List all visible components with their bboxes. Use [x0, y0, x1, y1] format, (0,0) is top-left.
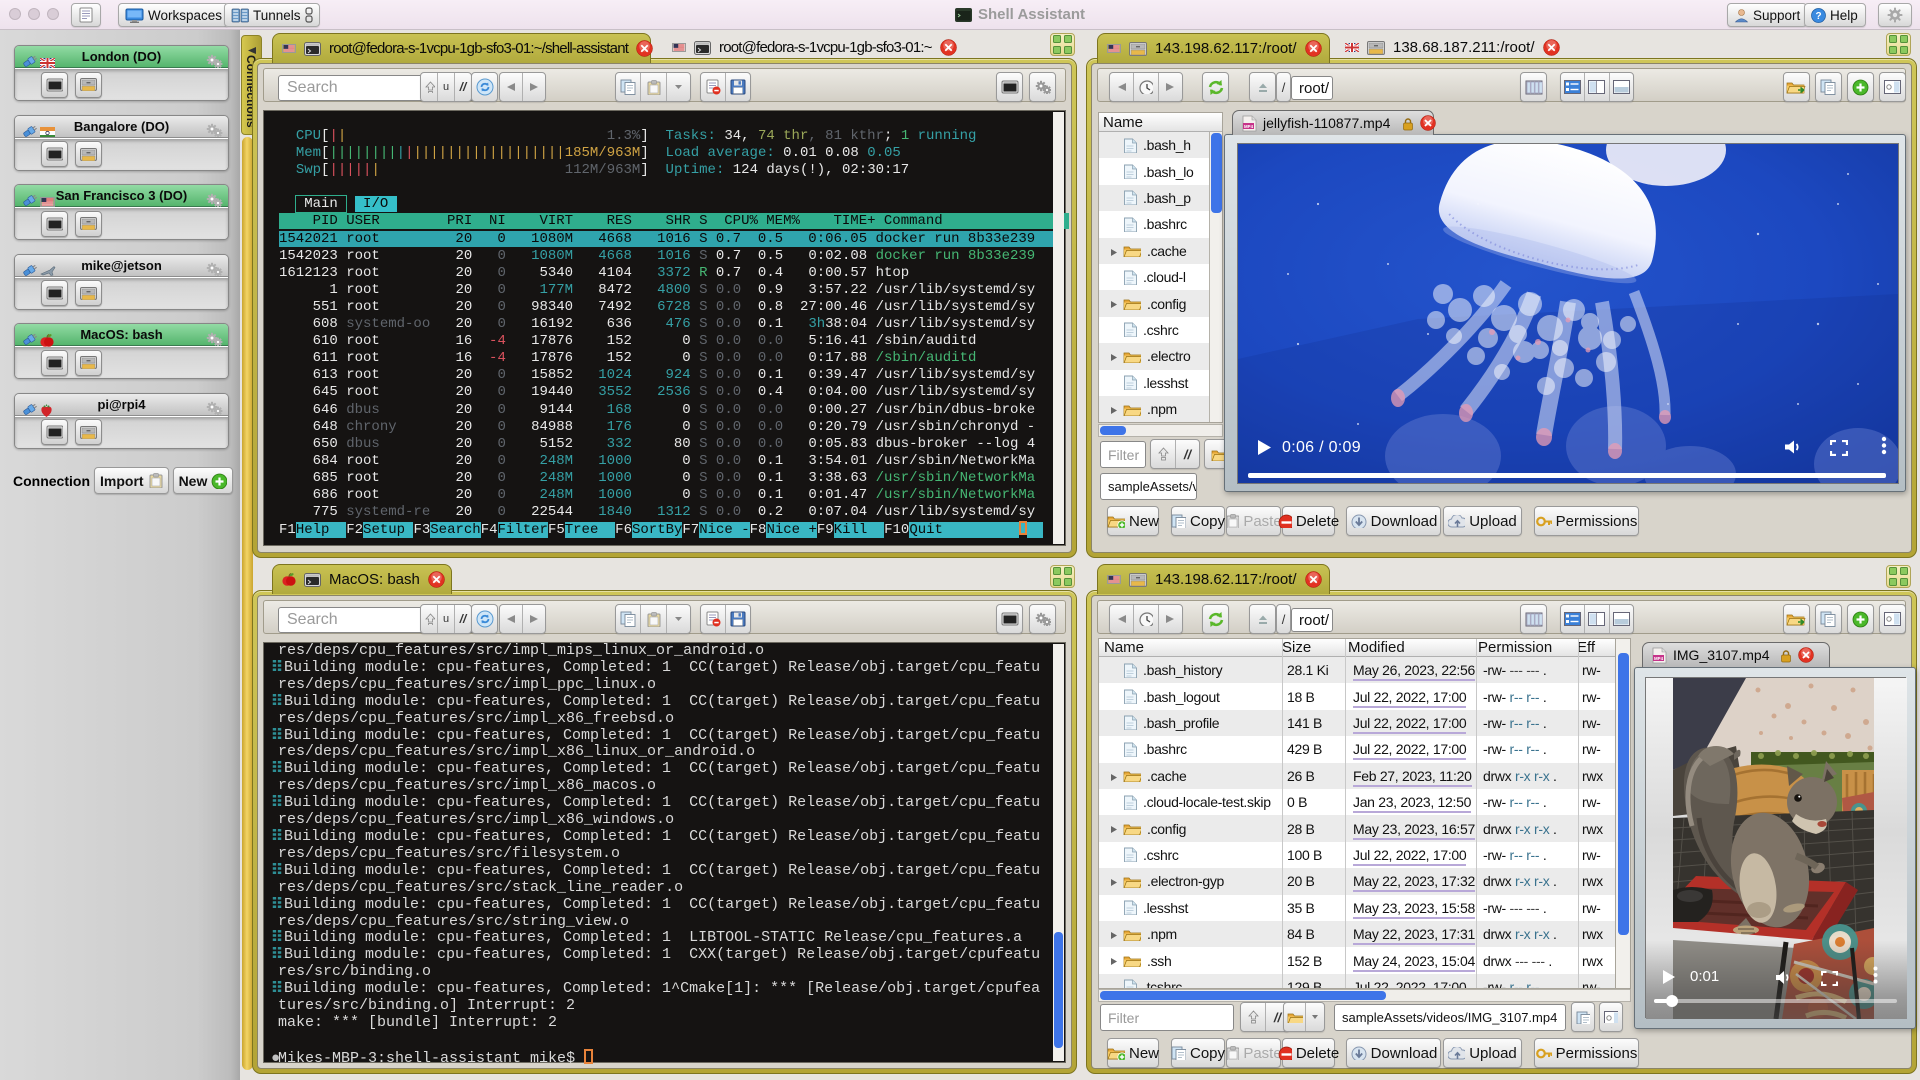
- svg-text:MP4: MP4: [1244, 123, 1254, 128]
- svg-text:?: ?: [1815, 11, 1821, 22]
- svg-text:MP4: MP4: [1654, 655, 1664, 660]
